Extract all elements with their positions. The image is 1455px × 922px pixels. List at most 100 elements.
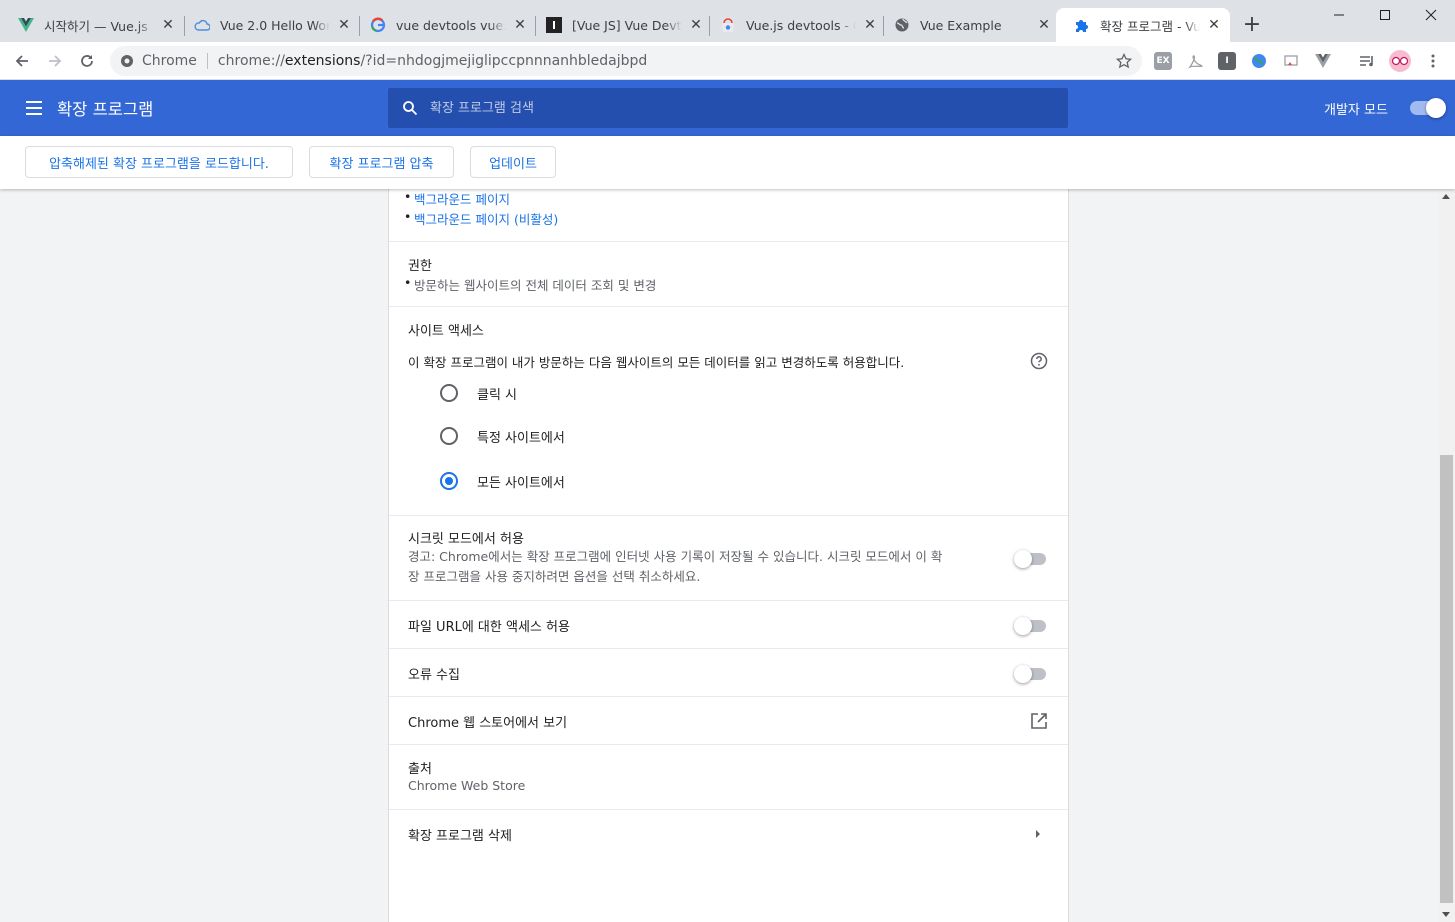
- close-icon[interactable]: ✕: [512, 17, 528, 33]
- hamburger-menu-icon[interactable]: [24, 98, 44, 118]
- address-url: chrome://extensions/?id=nhdogjmejiglipcc…: [218, 53, 647, 69]
- tab-title: [Vue JS] Vue Devtools: [572, 17, 682, 33]
- maximize-icon: [1380, 10, 1390, 20]
- new-tab-button[interactable]: +: [1240, 14, 1264, 38]
- globe-icon: [894, 17, 910, 33]
- url-prefix: chrome://: [217, 53, 285, 69]
- tab-title: vue devtools vue.js: [396, 17, 506, 33]
- site-access-section: 사이트 액세스 이 확장 프로그램이 내가 방문하는 다음 웹사이트의 모든 데…: [389, 306, 1068, 515]
- close-icon[interactable]: ✕: [336, 17, 352, 33]
- tab-google-search[interactable]: vue devtools vue.js ✕: [352, 8, 536, 42]
- file-url-label: 파일 URL에 대한 액세스 허용: [408, 620, 570, 635]
- file-url-toggle[interactable]: [1014, 617, 1046, 635]
- errors-label: 오류 수집: [408, 668, 460, 683]
- forward-button[interactable]: [43, 49, 67, 73]
- minimize-button[interactable]: [1316, 4, 1362, 26]
- tab-title: 확장 프로그램 - Vue: [1100, 18, 1200, 34]
- toggle-knob: [1014, 617, 1032, 635]
- open-in-new-icon[interactable]: [1030, 712, 1048, 730]
- tab-vuejs-start[interactable]: 시작하기 — Vue.js ✕: [0, 8, 184, 42]
- extension-details-card: 백그라운드 페이지 백그라운드 페이지 (비활성) 권한 방문하는 웹사이트의 …: [388, 189, 1069, 922]
- update-button[interactable]: 업데이트: [470, 146, 556, 178]
- playlist-icon[interactable]: [1358, 52, 1376, 70]
- back-button[interactable]: [10, 49, 34, 73]
- extensions-search[interactable]: [388, 88, 1068, 128]
- browser-toolbar: Chrome chrome://extensions/?id=nhdogjmej…: [0, 42, 1455, 80]
- address-divider: [206, 53, 208, 69]
- permissions-label: 권한: [408, 259, 432, 274]
- source-section: 출처 Chrome Web Store: [389, 744, 1068, 809]
- radio-specific-sites[interactable]: [440, 427, 458, 445]
- puzzle-icon: [1074, 17, 1090, 33]
- dev-mode-label: 개발자 모드: [1324, 103, 1388, 118]
- background-page-inactive-link[interactable]: 백그라운드 페이지 (비활성): [404, 209, 558, 228]
- kebab-menu-icon[interactable]: [1424, 52, 1442, 70]
- arrow-right-icon: [49, 55, 62, 67]
- radio-specific-sites-label[interactable]: 특정 사이트에서: [477, 427, 565, 446]
- load-unpacked-button[interactable]: 압축해제된 확장 프로그램을 로드합니다.: [25, 146, 293, 178]
- close-icon[interactable]: ✕: [160, 17, 176, 33]
- webstore-label[interactable]: Chrome 웹 스토어에서 보기: [408, 712, 567, 731]
- webstore-icon: [720, 17, 736, 33]
- remove-extension-label[interactable]: 확장 프로그램 삭제: [408, 825, 512, 844]
- page-scrollbar[interactable]: [1438, 189, 1455, 922]
- incognito-label: 시크릿 모드에서 허용: [408, 532, 524, 547]
- cast-icon[interactable]: [1282, 52, 1300, 70]
- tab-extensions[interactable]: 확장 프로그램 - Vue ✕: [1056, 8, 1230, 42]
- url-host: extensions: [284, 53, 361, 69]
- tab-vue-example[interactable]: Vue Example ✕: [876, 8, 1060, 42]
- avatar[interactable]: [1389, 50, 1411, 72]
- reload-icon: [81, 55, 93, 67]
- radio-all-sites-label[interactable]: 모든 사이트에서: [477, 472, 565, 491]
- site-access-description: 이 확장 프로그램이 내가 방문하는 다음 웹사이트의 모든 데이터를 읽고 변…: [408, 355, 905, 370]
- chrome-icon: [121, 55, 133, 67]
- scroll-thumb[interactable]: [1440, 455, 1453, 903]
- dev-mode-toggle[interactable]: [1410, 98, 1446, 118]
- incognito-warning-line-1: 경고: Chrome에서는 확장 프로그램에 인터넷 사용 기록이 저장될 수 …: [408, 549, 943, 564]
- radio-on-click-label[interactable]: 클릭 시: [477, 384, 517, 403]
- page-title: 확장 프로그램: [57, 100, 154, 119]
- close-icon[interactable]: ✕: [1206, 17, 1222, 33]
- file-url-section: 파일 URL에 대한 액세스 허용: [389, 600, 1068, 648]
- tab-vue-devtools-webstore[interactable]: Vue.js devtools - Ch ✕: [702, 8, 886, 42]
- scroll-down-arrow-icon[interactable]: [1442, 912, 1450, 917]
- radio-all-sites[interactable]: [440, 472, 458, 490]
- vue-devtools-icon[interactable]: [1314, 52, 1332, 70]
- info-extension-icon[interactable]: I: [1218, 52, 1236, 70]
- webstore-section[interactable]: Chrome 웹 스토어에서 보기: [389, 696, 1068, 744]
- tab-vue-hello-world[interactable]: Vue 2.0 Hello World ✕: [176, 8, 360, 42]
- tab-vue-devtools-blog[interactable]: [Vue JS] Vue Devtools ✕: [528, 8, 712, 42]
- site-access-label: 사이트 액세스: [408, 324, 484, 339]
- arrow-left-icon: [15, 55, 28, 67]
- ex-extension-icon[interactable]: EX: [1154, 52, 1172, 70]
- globe-extension-icon[interactable]: [1250, 52, 1268, 70]
- remove-extension-row[interactable]: 확장 프로그램 삭제: [389, 809, 1068, 857]
- pack-extension-button[interactable]: 확장 프로그램 압축: [309, 146, 454, 178]
- close-icon[interactable]: ✕: [1036, 17, 1052, 33]
- errors-toggle[interactable]: [1014, 665, 1046, 683]
- radio-on-click[interactable]: [440, 384, 458, 402]
- vue-icon: [18, 17, 34, 33]
- source-label: 출처: [408, 762, 432, 777]
- tab-title: Vue Example: [920, 17, 1002, 33]
- close-window-button[interactable]: [1408, 4, 1454, 26]
- cloud-icon: [194, 17, 210, 33]
- search-input[interactable]: [430, 100, 1030, 116]
- incognito-toggle[interactable]: [1014, 550, 1046, 568]
- developer-action-bar: 압축해제된 확장 프로그램을 로드합니다. 확장 프로그램 압축 업데이트: [0, 136, 1455, 189]
- google-icon: [370, 17, 386, 33]
- address-bar[interactable]: Chrome chrome://extensions/?id=nhdogjmej…: [110, 46, 1142, 76]
- background-page-link[interactable]: 백그라운드 페이지: [404, 189, 510, 208]
- incognito-warning-line-2: 장 프로그램을 사용 중지하려면 옵션을 선택 취소하세요.: [408, 569, 701, 584]
- site-icon: [546, 17, 562, 33]
- help-icon[interactable]: [1030, 352, 1048, 370]
- tab-title: Vue.js devtools - Ch: [746, 17, 856, 33]
- reload-button[interactable]: [75, 49, 99, 73]
- toggle-knob: [1014, 550, 1032, 568]
- pdf-icon[interactable]: [1186, 52, 1204, 70]
- tab-title: 시작하기 — Vue.js: [44, 18, 148, 34]
- star-icon[interactable]: [1116, 53, 1132, 69]
- scroll-up-arrow-icon[interactable]: [1442, 194, 1450, 199]
- maximize-button[interactable]: [1362, 4, 1408, 26]
- toggle-knob: [1426, 98, 1446, 118]
